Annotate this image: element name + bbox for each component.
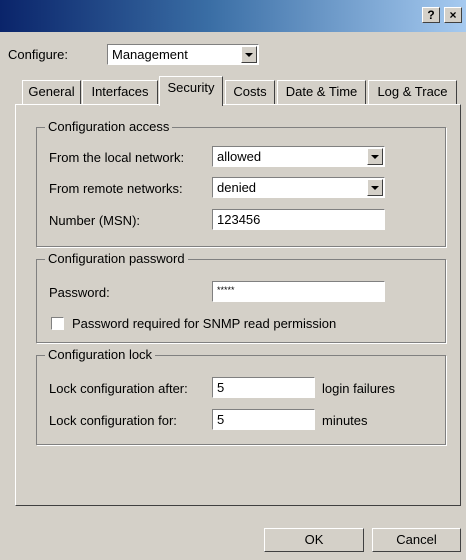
chevron-down-icon[interactable] — [367, 148, 383, 165]
configure-select-value: Management — [112, 47, 188, 62]
tab-date-time[interactable]: Date & Time — [277, 80, 366, 104]
remote-network-value: denied — [217, 180, 257, 195]
group-configuration-password-title: Configuration password — [45, 251, 188, 266]
lock-after-unit: login failures — [322, 381, 395, 396]
close-button[interactable]: × — [444, 7, 462, 23]
tab-log-trace[interactable]: Log & Trace — [368, 80, 457, 104]
dialog-window: ? × Configure: Management General Interf… — [0, 0, 466, 560]
tab-costs[interactable]: Costs — [225, 80, 275, 104]
local-network-select[interactable]: allowed — [212, 146, 385, 167]
configure-label: Configure: — [8, 47, 68, 62]
group-configuration-lock: Configuration lock — [36, 347, 446, 445]
tab-general[interactable]: General — [22, 80, 81, 104]
snmp-checkbox[interactable] — [51, 317, 64, 330]
msn-input[interactable]: 123456 — [212, 209, 385, 230]
lock-for-unit: minutes — [322, 413, 368, 428]
snmp-checkbox-label: Password required for SNMP read permissi… — [72, 316, 337, 331]
group-configuration-lock-title: Configuration lock — [45, 347, 156, 362]
local-network-label: From the local network: — [49, 150, 185, 165]
tab-interfaces[interactable]: Interfaces — [82, 80, 158, 104]
lock-after-label: Lock configuration after: — [49, 381, 188, 396]
cancel-button[interactable]: Cancel — [372, 528, 461, 552]
lock-for-input[interactable]: 5 — [212, 409, 315, 430]
password-label: Password: — [49, 285, 110, 300]
tab-security[interactable]: Security — [159, 76, 223, 106]
password-input[interactable]: ***** — [212, 281, 385, 302]
remote-network-label: From remote networks: — [49, 181, 183, 196]
lock-for-label: Lock configuration for: — [49, 413, 177, 428]
configure-select[interactable]: Management — [107, 44, 259, 65]
msn-label: Number (MSN): — [49, 213, 141, 228]
chevron-down-icon[interactable] — [367, 179, 383, 196]
lock-after-input[interactable]: 5 — [212, 377, 315, 398]
remote-network-select[interactable]: denied — [212, 177, 385, 198]
help-button[interactable]: ? — [422, 7, 440, 23]
group-configuration-access-title: Configuration access — [45, 119, 173, 134]
title-bar: ? × — [0, 0, 466, 32]
ok-button[interactable]: OK — [264, 528, 364, 552]
local-network-value: allowed — [217, 149, 262, 164]
chevron-down-icon[interactable] — [241, 46, 257, 63]
